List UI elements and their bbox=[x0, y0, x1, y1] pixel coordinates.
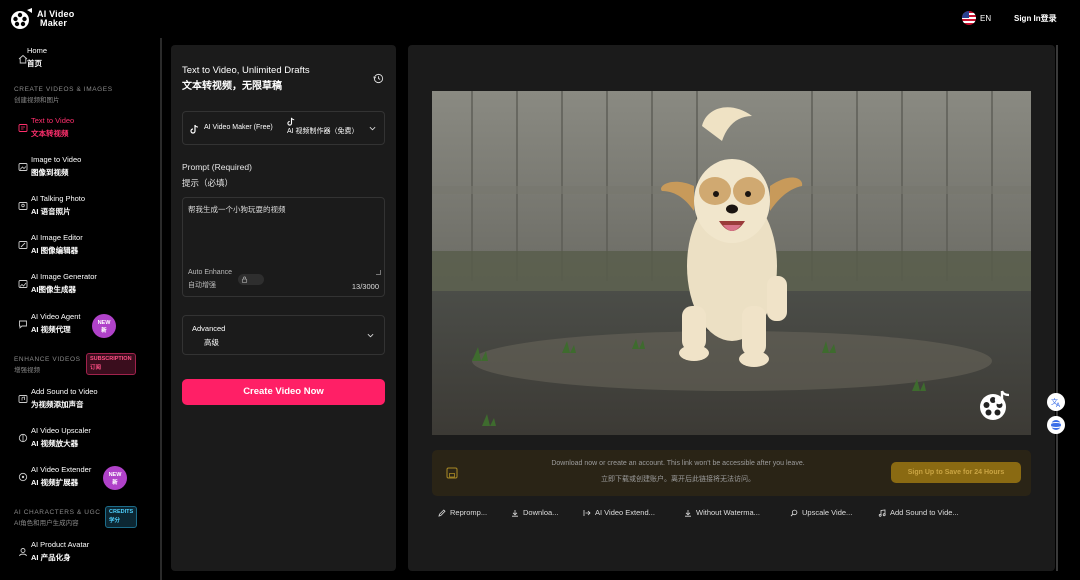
prompt-label: Prompt (Required) 提示（必填） bbox=[182, 162, 252, 188]
sidebar-item-label: Home bbox=[27, 46, 48, 55]
sidebar-item-talking-photo[interactable]: AI Talking Photo AI 语音照片 bbox=[0, 192, 150, 220]
download-icon bbox=[512, 509, 518, 517]
model-select-label-zh: AI 视频制作器（免费） bbox=[287, 128, 359, 135]
film-reel-icon bbox=[11, 8, 32, 29]
upscaler-icon bbox=[18, 433, 28, 443]
image-generator-icon bbox=[18, 280, 28, 288]
reprompt-button[interactable]: Repromp... bbox=[438, 508, 487, 517]
advanced-settings-toggle[interactable]: Advanced 高级 bbox=[182, 315, 385, 355]
video-preview[interactable] bbox=[432, 91, 1031, 435]
section-label-characters: AI CHARACTERS & UGC AI角色和用户生成内容 bbox=[14, 509, 101, 527]
model-select[interactable]: AI Video Maker (Free) AI 视频制作器（免费） bbox=[182, 111, 385, 145]
sidebar-item-image-generator[interactable]: AI Image Generator AI图像生成器 bbox=[0, 270, 150, 298]
svg-text:A: A bbox=[1056, 402, 1061, 409]
credits-badge: CREDITS 学分 bbox=[105, 506, 138, 528]
new-badge: NEW 新 bbox=[92, 314, 116, 338]
top-bar: AI Video Maker EN Sign In登录 bbox=[0, 0, 1080, 38]
extend-video-button[interactable]: AI Video Extend... bbox=[583, 508, 655, 517]
preview-panel: Download now or create an account. This … bbox=[408, 45, 1055, 571]
section-label-create: CREATE VIDEOS & IMAGES 创建视频和图片 bbox=[14, 86, 113, 104]
language-label: EN bbox=[980, 13, 992, 23]
image-video-icon bbox=[18, 163, 28, 171]
sidebar-item-text-to-video[interactable]: Text to Video 文本转视频 bbox=[0, 114, 150, 142]
sidebar-item-upscaler[interactable]: AI Video Upscaler AI 视频放大器 bbox=[0, 424, 150, 452]
logo[interactable]: AI Video Maker bbox=[10, 7, 74, 31]
model-select-label: AI Video Maker (Free) bbox=[204, 124, 273, 131]
add-sound-icon bbox=[18, 395, 28, 403]
logo-line-2: Maker bbox=[40, 18, 68, 28]
notice-text-zh: 立即下载或创建账户。离开后此链接将无法访问。 bbox=[601, 476, 755, 483]
lock-icon bbox=[241, 276, 248, 283]
tiktok-note-icon bbox=[287, 117, 295, 126]
download-button[interactable]: Downloa... bbox=[511, 508, 558, 517]
translate-icon: 文A bbox=[1051, 397, 1061, 409]
create-video-button[interactable]: Create Video Now bbox=[182, 379, 385, 405]
add-sound-button[interactable]: Add Sound to Vide... bbox=[878, 508, 959, 517]
new-badge: NEW 新 bbox=[103, 466, 127, 490]
assistant-float-button[interactable] bbox=[1047, 416, 1065, 434]
translate-float-button[interactable]: 文A bbox=[1047, 393, 1065, 411]
music-note-icon bbox=[878, 509, 886, 517]
sign-up-save-button[interactable]: Sign Up to Save for 24 Hours bbox=[891, 462, 1021, 483]
assistant-icon bbox=[1048, 420, 1064, 430]
auto-enhance-label: Auto Enhance 自动增强 bbox=[188, 269, 232, 289]
sign-in-button[interactable]: Sign In登录 bbox=[1014, 13, 1057, 24]
notice-text-en: Download now or create an account. This … bbox=[551, 460, 805, 467]
subscription-badge: SUBSCRIPTION 订阅 bbox=[86, 353, 136, 375]
character-counter: 13/3000 bbox=[351, 282, 379, 291]
section-label-enhance: ENHANCE VIDEOS 增强视频 bbox=[14, 356, 81, 374]
us-flag-icon bbox=[962, 11, 976, 25]
sidebar-item-extender[interactable]: AI Video Extender AI 视频扩展器 NEW 新 bbox=[0, 463, 150, 491]
extender-icon bbox=[18, 472, 28, 482]
sidebar-item-image-editor[interactable]: AI Image Editor AI 图像编辑器 bbox=[0, 231, 150, 259]
download-notice: Download now or create an account. This … bbox=[432, 450, 1031, 496]
save-icon bbox=[446, 467, 458, 479]
prompt-input[interactable]: 帮我生成一个小狗玩耍的视频 Auto Enhance 自动增强 13/3000 bbox=[182, 197, 385, 297]
sidebar: Home 首页 CREATE VIDEOS & IMAGES 创建视频和图片 T… bbox=[0, 38, 162, 580]
chevron-down-icon bbox=[369, 126, 376, 131]
form-title: Text to Video, Unlimited Drafts 文本转视频，无限… bbox=[182, 65, 310, 92]
watermark-logo-icon bbox=[980, 390, 1010, 420]
auto-enhance-toggle[interactable] bbox=[238, 274, 264, 285]
sidebar-item-add-sound[interactable]: Add Sound to Video 为视频添加声音 bbox=[0, 385, 150, 413]
sidebar-scrollbar[interactable] bbox=[160, 38, 162, 580]
sidebar-item-product-avatar[interactable]: AI Product Avatar AI 产品化身 bbox=[0, 538, 150, 566]
language-selector[interactable]: EN bbox=[962, 11, 991, 25]
puppy-video-frame bbox=[432, 91, 1031, 435]
upscale-video-button[interactable]: Upscale Vide... bbox=[790, 508, 852, 517]
search-icon bbox=[790, 509, 798, 516]
pencil-icon bbox=[438, 508, 446, 517]
page-scrollbar[interactable] bbox=[1056, 45, 1058, 571]
text-video-icon bbox=[18, 124, 28, 132]
download-icon bbox=[685, 509, 691, 517]
generation-form-panel: Text to Video, Unlimited Drafts 文本转视频，无限… bbox=[171, 45, 396, 571]
tiktok-note-icon bbox=[190, 124, 199, 134]
image-editor-icon bbox=[18, 241, 28, 249]
download-no-watermark-button[interactable]: Without Waterma... bbox=[684, 508, 760, 517]
sidebar-item-home[interactable]: Home 首页 bbox=[0, 44, 150, 72]
talking-photo-icon bbox=[18, 202, 28, 210]
extend-arrow-icon bbox=[583, 509, 591, 516]
sidebar-item-image-to-video[interactable]: Image to Video 图像到视频 bbox=[0, 153, 150, 181]
prompt-text[interactable]: 帮我生成一个小狗玩耍的视频 bbox=[188, 204, 286, 215]
video-agent-icon bbox=[19, 320, 27, 329]
sidebar-item-video-agent[interactable]: AI Video Agent AI 视频代理 NEW 新 bbox=[0, 310, 150, 338]
history-icon[interactable] bbox=[373, 73, 384, 84]
product-avatar-icon bbox=[19, 548, 27, 557]
resize-handle[interactable] bbox=[376, 270, 381, 275]
sidebar-item-label-zh: 首页 bbox=[27, 59, 42, 68]
chevron-down-icon bbox=[367, 333, 374, 338]
